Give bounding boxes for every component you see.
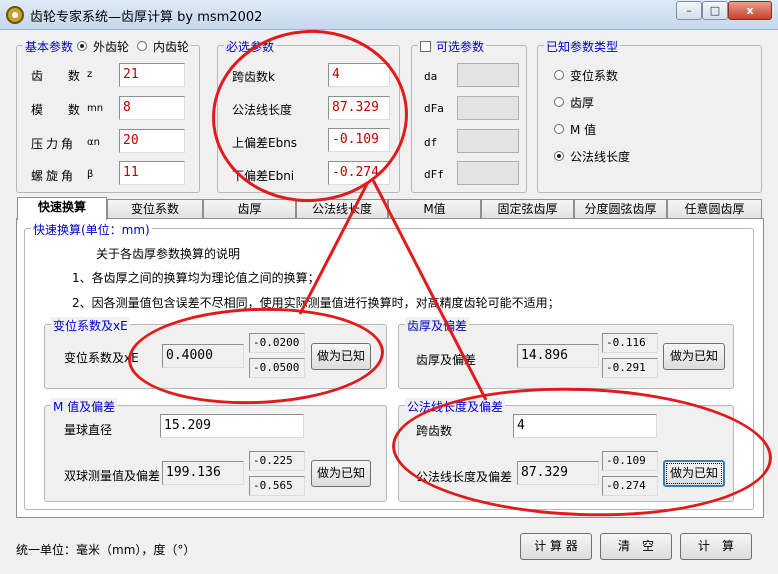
app-gear-icon — [6, 6, 24, 24]
da-input[interactable] — [457, 63, 519, 87]
known-m-value-radio[interactable] — [554, 124, 564, 134]
gear-internal-label[interactable]: 内齿轮 — [153, 38, 189, 55]
teeth-sub: z — [87, 69, 93, 80]
helix-angle-label: 螺旋角 — [31, 169, 77, 183]
two-ball-lower[interactable]: -0.565 — [249, 476, 305, 496]
ball-diameter-input[interactable]: 15.209 — [160, 414, 304, 438]
pressure-angle-label: 压力角 — [31, 137, 77, 151]
known-shift-radio[interactable] — [554, 70, 564, 80]
span-teeth-label: 跨齿数k — [232, 70, 275, 84]
shift-coeff-title: 变位系数及xE — [51, 317, 130, 334]
base-tangent-label: 公法线长度 — [232, 103, 293, 117]
teeth-input[interactable]: 21 — [119, 63, 185, 87]
base-tangent-input[interactable]: 87.329 — [328, 96, 390, 120]
tab-pitch-chord[interactable]: 分度圆弦齿厚 — [574, 199, 667, 219]
known-thickness-label[interactable]: 齿厚 — [570, 94, 594, 111]
dff-input[interactable] — [457, 161, 519, 185]
pressure-angle-sub: αn — [87, 137, 100, 148]
known-m-value-label[interactable]: M 值 — [570, 121, 596, 138]
tab-constant-chord[interactable]: 固定弦齿厚 — [481, 199, 574, 219]
thickness-lower[interactable]: -0.291 — [602, 358, 658, 378]
upper-dev-label: 上偏差Ebns — [232, 136, 298, 150]
maximize-button[interactable]: □ — [702, 1, 728, 20]
helix-angle-sub: β — [87, 169, 94, 180]
lower-dev-input[interactable]: -0.274 — [328, 161, 390, 185]
thickness-title: 齿厚及偏差 — [405, 317, 470, 334]
wk-as-known-button[interactable]: 做为已知 — [663, 460, 725, 487]
gear-internal-radio[interactable] — [137, 40, 149, 53]
upper-dev-input[interactable]: -0.109 — [328, 128, 390, 152]
df-input[interactable] — [457, 129, 519, 153]
tab-thickness[interactable]: 齿厚 — [203, 199, 296, 219]
shift-as-known-button[interactable]: 做为已知 — [311, 343, 371, 370]
calculator-button[interactable]: 计 算 器 — [520, 533, 592, 560]
span-teeth-input[interactable]: 4 — [328, 63, 390, 87]
helix-angle-input[interactable]: 11 — [119, 161, 185, 185]
m-value-as-known-button[interactable]: 做为已知 — [311, 460, 371, 487]
shift-coeff-value[interactable]: 0.4000 — [162, 344, 244, 368]
thickness-as-known-button[interactable]: 做为已知 — [663, 343, 725, 370]
tab-shift-coeff[interactable]: 变位系数 — [107, 199, 203, 219]
da-label: da — [424, 70, 438, 83]
pressure-angle-input[interactable]: 20 — [119, 129, 185, 153]
base-tangent-title: 公法线长度及偏差 — [405, 398, 506, 415]
module-input[interactable]: 8 — [119, 96, 185, 120]
clear-button[interactable]: 清 空 — [600, 533, 672, 560]
wk-span-input[interactable]: 4 — [513, 414, 657, 438]
notes-title: 关于各齿厚参数换算的说明 — [96, 247, 241, 261]
wk-length-label: 公法线长度及偏差 — [416, 470, 513, 484]
gear-external-radio[interactable] — [77, 40, 89, 53]
lower-dev-label: 下偏差Ebni — [232, 169, 295, 183]
tab-base-tangent[interactable]: 公法线长度 — [296, 199, 388, 219]
thickness-value[interactable]: 14.896 — [517, 344, 599, 368]
m-value-title: M 值及偏差 — [51, 398, 118, 415]
ball-diameter-label: 量球直径 — [64, 423, 113, 437]
two-ball-value[interactable]: 199.136 — [162, 461, 244, 485]
required-params-group: 必选参数 跨齿数k 4 公法线长度 87.329 上偏差Ebns -0.109 … — [217, 38, 400, 193]
quick-convert-title: 快速换算(单位：mm) — [31, 221, 152, 238]
shift-coeff-lower[interactable]: -0.0500 — [249, 358, 305, 378]
optional-params-group: 可选参数 da dFa df dFf — [411, 38, 527, 193]
optional-params-checkbox[interactable] — [420, 40, 432, 53]
wk-span-label: 跨齿数 — [416, 424, 453, 438]
two-ball-label: 双球测量值及偏差 — [64, 469, 161, 483]
teeth-label: 齿 数 — [31, 69, 83, 83]
wk-upper[interactable]: -0.109 — [602, 451, 658, 471]
close-button[interactable]: x — [728, 1, 772, 20]
dfa-label: dFa — [424, 102, 444, 115]
known-wk-label[interactable]: 公法线长度 — [570, 148, 630, 165]
shift-coeff-label: 变位系数及xE — [64, 351, 139, 365]
required-params-title: 必选参数 — [224, 38, 277, 55]
title-bar: 齿轮专家系统—齿厚计算 by msm2002 – □ x — [0, 0, 778, 30]
known-param-type-title: 已知参数类型 — [544, 38, 621, 55]
wk-lower[interactable]: -0.274 — [602, 476, 658, 496]
known-thickness-radio[interactable] — [554, 97, 564, 107]
basic-params-group: 基本参数 外齿轮 内齿轮 齿 数 z 21 模 数 mn 8 压力角 αn 20… — [16, 38, 200, 193]
optional-params-title[interactable]: 可选参数 — [436, 38, 484, 55]
window-title: 齿轮专家系统—齿厚计算 by msm2002 — [30, 10, 263, 25]
minimize-button[interactable]: – — [676, 1, 702, 20]
wk-length-value[interactable]: 87.329 — [517, 461, 599, 485]
known-param-type-group: 已知参数类型 变位系数 齿厚 M 值 公法线长度 — [537, 38, 762, 193]
thickness-label: 齿厚及偏差 — [416, 353, 477, 367]
known-shift-label[interactable]: 变位系数 — [570, 67, 618, 84]
tab-any-circle[interactable]: 任意圆齿厚 — [667, 199, 762, 219]
note-1: 1、各齿厚之间的换算均为理论值之间的换算； — [72, 271, 320, 285]
known-wk-radio[interactable] — [554, 151, 564, 161]
gear-external-label[interactable]: 外齿轮 — [93, 38, 129, 55]
shift-coeff-upper[interactable]: -0.0200 — [249, 333, 305, 353]
df-label: df — [424, 136, 438, 149]
module-label: 模 数 — [31, 103, 83, 117]
note-2: 2、因各测量值包含误差不尽相同，使用实际测量值进行换算时，对高精度齿轮可能不适用… — [72, 296, 560, 310]
thickness-upper[interactable]: -0.116 — [602, 333, 658, 353]
tab-m-value[interactable]: M值 — [388, 199, 481, 219]
two-ball-upper[interactable]: -0.225 — [249, 451, 305, 471]
dfa-input[interactable] — [457, 96, 519, 120]
dff-label: dFf — [424, 168, 444, 181]
compute-button[interactable]: 计 算 — [680, 533, 752, 560]
units-label: 统一单位：毫米（mm），度（°） — [16, 543, 196, 557]
basic-params-title: 基本参数 — [25, 40, 74, 54]
tab-quick-convert[interactable]: 快速换算 — [17, 197, 107, 220]
module-sub: mn — [87, 103, 104, 114]
